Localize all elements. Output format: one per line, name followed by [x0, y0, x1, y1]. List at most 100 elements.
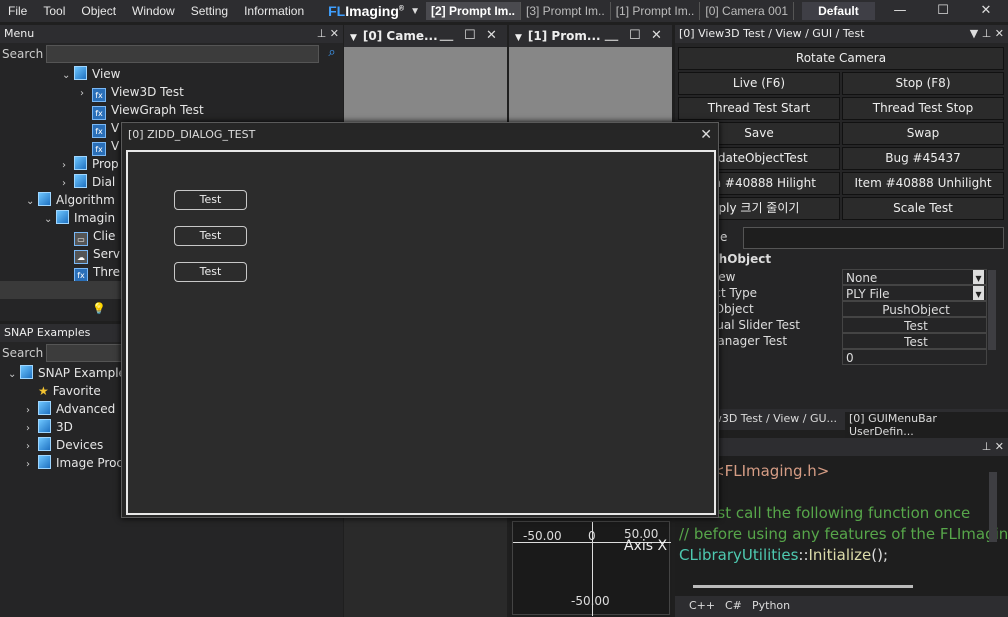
tree-item[interactable]: ⌄ SNAP Example	[8, 364, 126, 382]
tree-item[interactable]: fx V	[80, 137, 119, 156]
chevron-down-icon[interactable]: ▼	[515, 33, 522, 43]
panel-button[interactable]: Item #40888 Unhilight	[842, 172, 1004, 195]
tab-csharp[interactable]: C#	[725, 599, 742, 612]
doc-tab-prompt-2[interactable]: [2] Prompt Im..	[425, 2, 521, 20]
tree-item-label: Dial	[92, 175, 116, 189]
chevron-down-icon[interactable]: ▼	[410, 6, 420, 17]
pin-icon[interactable]: ⊥ ✕	[982, 438, 1004, 456]
tree-item[interactable]: › Image Proc	[26, 454, 123, 472]
panel-controls[interactable]: ▼ ⊥ ✕	[970, 25, 1004, 43]
test-button-3[interactable]: Test	[174, 262, 247, 282]
code-token: CLibraryUtilities	[679, 546, 799, 564]
close-icon[interactable]: ✕	[486, 25, 497, 47]
property-value[interactable]: PushObject	[842, 301, 987, 317]
maximize-icon[interactable]: ☐	[923, 0, 963, 22]
chevron-right-icon[interactable]: ›	[26, 456, 38, 474]
tree-item[interactable]: ☁ Serv	[62, 245, 121, 264]
close-icon[interactable]: ✕	[651, 25, 662, 47]
panel-button[interactable]: Bug #45437	[842, 147, 1004, 170]
close-icon[interactable]: ✕	[700, 123, 712, 147]
doc-tab-camera-001[interactable]: [0] Camera 001	[700, 2, 795, 20]
tree-item[interactable]: › Dial	[62, 173, 115, 191]
tab-cpp[interactable]: C++	[689, 599, 715, 612]
tree-item[interactable]: › Devices	[26, 436, 103, 454]
search-icon[interactable]: ⌕	[323, 45, 341, 63]
tree-item[interactable]: ★ Favorite	[26, 382, 101, 400]
tree-item-label: V	[111, 121, 120, 135]
tab-guimenubar[interactable]: [0] GUIMenuBar UserDefin...	[845, 412, 1008, 438]
close-icon[interactable]: ✕	[966, 0, 1006, 22]
menu-setting[interactable]: Setting	[183, 0, 236, 22]
test-button-2[interactable]: Test	[174, 226, 247, 246]
pin-icon[interactable]: ⊥ ✕	[317, 25, 339, 43]
chevron-down-icon[interactable]: ⌄	[8, 366, 20, 384]
prompt-pane-header: ▼ [1] Prom... ＿ ☐ ✕	[509, 25, 672, 47]
property-name	[707, 349, 841, 365]
tab-python[interactable]: Python	[752, 599, 790, 612]
tree-item[interactable]: fx Thre	[62, 263, 120, 282]
tree-item[interactable]: fx V	[80, 119, 120, 138]
folder-cube-icon	[38, 401, 51, 415]
scrollbar[interactable]	[988, 270, 996, 350]
tree-item[interactable]: ⌄ View	[62, 65, 120, 83]
minimize-icon[interactable]: —	[880, 0, 920, 22]
dialog-body: Test Test Test	[126, 150, 716, 515]
panel-button[interactable]: Stop (F8)	[842, 72, 1004, 95]
code-line: u must call the following function once	[679, 504, 970, 522]
tree-item-label: Serv	[93, 247, 121, 261]
property-value[interactable]: Test	[842, 333, 987, 349]
panel-button[interactable]: Live (F6)	[678, 72, 840, 95]
menu-information[interactable]: Information	[236, 0, 312, 22]
tree-item[interactable]: › fx View3D Test	[80, 83, 184, 102]
chevron-down-icon[interactable]: ⌄	[26, 193, 38, 211]
property-value[interactable]: PLY File ▾	[842, 285, 987, 301]
doc-tab-prompt-1[interactable]: [1] Prompt Im..	[611, 2, 701, 20]
tree-item[interactable]: › Prop	[62, 155, 119, 173]
function-icon: fx	[92, 124, 106, 138]
code-token: ();	[871, 546, 889, 564]
tree-item[interactable]: › 3D	[26, 418, 73, 436]
property-name: Manager Test	[707, 334, 788, 348]
panel-button[interactable]: Swap	[842, 122, 1004, 145]
property-value[interactable]: None ▾	[842, 269, 987, 285]
image-input[interactable]	[743, 227, 1004, 249]
menu-tool[interactable]: Tool	[35, 0, 73, 22]
layout-default-button[interactable]: Default	[802, 2, 875, 20]
doc-tab-prompt-3[interactable]: [3] Prompt Im..	[521, 2, 611, 20]
tree-item[interactable]: › Advanced	[26, 400, 115, 418]
tree-item[interactable]: ⌄ Imagin	[44, 209, 115, 227]
scrollbar[interactable]	[989, 472, 997, 542]
panel-button[interactable]: Scale Test	[842, 197, 1004, 220]
menu-object[interactable]: Object	[73, 0, 124, 22]
chevron-down-icon[interactable]: ⌄	[62, 67, 74, 85]
axis-tick: 0	[588, 529, 596, 543]
maximize-icon[interactable]: ☐	[629, 25, 641, 47]
minimize-icon[interactable]: ＿	[440, 25, 453, 47]
panel-button[interactable]: Thread Test Start	[678, 97, 840, 120]
dropdown-arrow-icon[interactable]: ▾	[973, 286, 984, 300]
tree-item[interactable]: 💡	[80, 299, 106, 317]
function-icon: fx	[92, 142, 106, 156]
menu-window[interactable]: Window	[124, 0, 183, 22]
property-value[interactable]: 0	[842, 349, 987, 365]
chevron-down-icon[interactable]: ⌄	[44, 211, 56, 229]
dropdown-arrow-icon[interactable]: ▾	[973, 270, 984, 284]
property-value[interactable]: Test	[842, 317, 987, 333]
tree-item[interactable]: ⌄ Algorithm	[26, 191, 115, 209]
horizontal-scrollbar[interactable]	[693, 585, 913, 588]
property-name: View	[707, 270, 736, 284]
test-button-1[interactable]: Test	[174, 190, 247, 210]
minimize-icon[interactable]: ＿	[605, 25, 618, 47]
axis-tick: -50.00	[523, 529, 562, 543]
search-input[interactable]	[46, 45, 319, 63]
tab-view3d[interactable]: iew3D Test / View / GU...	[703, 412, 837, 425]
menubar: File Tool Object Window Setting Informat…	[0, 0, 1008, 22]
tree-item[interactable]: ▭ Clie	[62, 227, 115, 246]
menu-file[interactable]: File	[0, 0, 35, 22]
panel-button[interactable]: Thread Test Stop	[842, 97, 1004, 120]
chevron-down-icon[interactable]: ▼	[350, 33, 357, 43]
panel-button[interactable]: Rotate Camera	[678, 47, 1004, 70]
tree-item[interactable]: fx ViewGraph Test	[80, 101, 204, 120]
maximize-icon[interactable]: ☐	[464, 25, 476, 47]
folder-cube-icon	[38, 419, 51, 433]
